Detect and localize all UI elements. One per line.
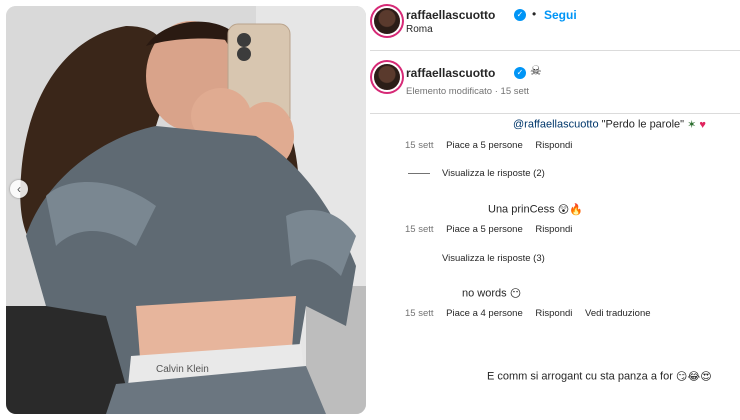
comment-1-meta: 15 sett Piace a 5 persone Rispondi (405, 140, 582, 151)
comment-3-translate-button[interactable]: Vedi traduzione (585, 308, 651, 319)
comment-3-time: 15 sett (405, 308, 434, 319)
comment-3-reply-button[interactable]: Rispondi (535, 308, 572, 319)
edited-label: Elemento modificato (406, 86, 493, 97)
mirror-selfie-image: Calvin Klein (6, 6, 366, 414)
comment-1-likes[interactable]: Piace a 5 persone (446, 140, 523, 151)
comment-3-body: no words (462, 287, 510, 300)
comment-1-text: @raffaellascuotto "Perdo le parole" ✶ ♥ (513, 118, 706, 131)
comment-2-likes[interactable]: Piace a 5 persone (446, 224, 523, 235)
comment-1-view-replies[interactable]: Visualizza le risposte (2) (442, 168, 545, 179)
caption-meta: Elemento modificato · 15 sett (406, 86, 529, 97)
comment-1-reply-button[interactable]: Rispondi (535, 140, 572, 151)
svg-text:Calvin Klein: Calvin Klein (156, 364, 209, 375)
comment-4-body: E comm si arrogant cu sta panza a for (487, 370, 676, 383)
post-photo[interactable]: Calvin Klein ‹ (6, 6, 366, 414)
post-header: raffaellascuotto ✓ • Segui Roma (370, 0, 740, 50)
comment-3-text: no words 😶 (462, 287, 521, 300)
verified-badge-icon: ✓ (514, 9, 526, 21)
grinning-face-emoji: 😶 (509, 288, 522, 300)
author-username[interactable]: raffaellascuotto (406, 8, 495, 22)
grinning-face-emoji: 😏 (675, 371, 688, 383)
laughing-face-emoji: 😂 (687, 371, 701, 383)
follow-button[interactable]: Segui (544, 8, 577, 22)
chevron-left-icon[interactable]: ‹ (10, 180, 28, 198)
comment-3-likes[interactable]: Piace a 4 persone (446, 308, 523, 319)
replies-line (408, 173, 430, 174)
caption-time: 15 sett (500, 86, 530, 97)
header-separator: • (532, 7, 537, 21)
comment-1-time: 15 sett (405, 140, 434, 151)
caption-avatar[interactable] (374, 64, 400, 90)
header-divider (370, 50, 740, 51)
post-location[interactable]: Roma (406, 24, 433, 35)
comment-2-time: 15 sett (405, 224, 434, 235)
fire-emoji: 🔥 (569, 204, 583, 216)
comment-1-body: "Perdo le parole" (598, 118, 688, 131)
comment-2-text: Una prinCess 😲🔥 (488, 203, 583, 216)
comment-2-view-replies[interactable]: Visualizza le risposte (3) (442, 253, 545, 264)
post-side-panel: raffaellascuotto ✓ • Segui Roma raffaell… (370, 0, 740, 420)
comment-2-body: Una prinCess (488, 203, 558, 216)
comment-1-mention[interactable]: @raffaellascuotto (513, 118, 599, 130)
sparkle-emoji: ✶ (687, 119, 697, 131)
avatar[interactable] (374, 8, 400, 34)
astonished-face-emoji: 😲 (557, 204, 570, 216)
comment-3-meta: 15 sett Piace a 4 persone Rispondi Vedi … (405, 308, 661, 319)
caption-divider (370, 113, 740, 114)
caption-verified-badge-icon: ✓ (514, 67, 526, 79)
heart-eyes-emoji: 😍 (700, 371, 712, 383)
red-heart-emoji: ♥ (699, 118, 706, 131)
comment-2-meta: 15 sett Piace a 5 persone Rispondi (405, 224, 582, 235)
comment-2-reply-button[interactable]: Rispondi (535, 224, 572, 235)
skull-crossbones-emoji: ☠ (530, 63, 542, 78)
caption-separator: · (494, 86, 498, 97)
comment-4-text: E comm si arrogant cu sta panza a for 😏😂… (487, 370, 712, 383)
caption-username[interactable]: raffaellascuotto (406, 66, 495, 80)
